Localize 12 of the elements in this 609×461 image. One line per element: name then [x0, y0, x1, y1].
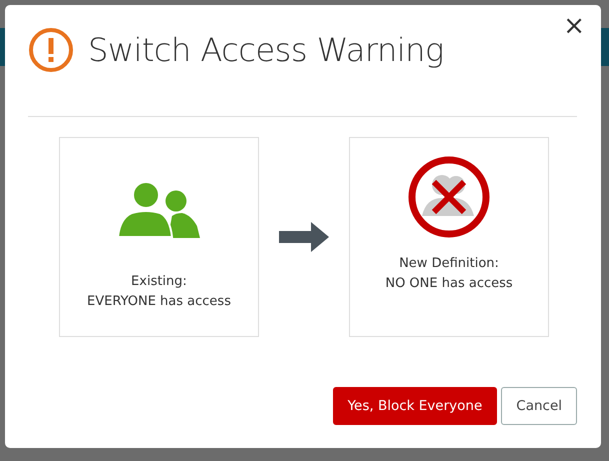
- arrow-icon: [279, 222, 329, 252]
- users-icon: [118, 182, 200, 238]
- close-button[interactable]: ×: [559, 13, 589, 39]
- state-label: Existing:: [130, 273, 188, 291]
- state-description: EVERYONE has access: [87, 293, 231, 311]
- blocked-users-icon: [408, 156, 490, 238]
- state-description: NO ONE has access: [385, 275, 513, 293]
- warning-icon: [28, 27, 74, 73]
- state-label: New Definition:: [398, 255, 500, 273]
- confirm-button[interactable]: Yes, Block Everyone: [332, 387, 498, 425]
- dialog-title: Switch Access Warning: [88, 31, 444, 69]
- cancel-button[interactable]: Cancel: [501, 387, 577, 425]
